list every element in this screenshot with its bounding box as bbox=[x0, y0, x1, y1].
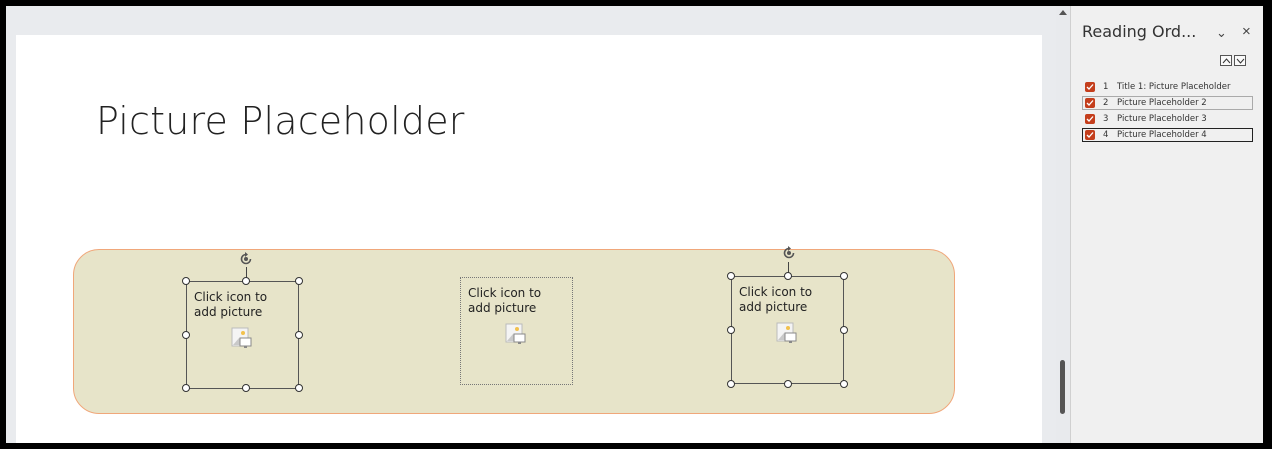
resize-handle-w[interactable] bbox=[182, 331, 190, 339]
list-item[interactable]: 1 Title 1: Picture Placeholder bbox=[1082, 80, 1253, 94]
resize-handle-e[interactable] bbox=[840, 326, 848, 334]
item-label: Title 1: Picture Placeholder bbox=[1117, 82, 1231, 92]
reading-order-list: 1 Title 1: Picture Placeholder 2 Picture… bbox=[1082, 80, 1253, 144]
placeholder-prompt-text: Click icon to add picture bbox=[468, 286, 542, 315]
resize-handle-se[interactable] bbox=[295, 384, 303, 392]
pane-title: Reading Ord... bbox=[1082, 22, 1197, 41]
move-down-button[interactable] bbox=[1234, 55, 1246, 66]
insert-picture-icon[interactable] bbox=[505, 323, 527, 345]
powerpoint-window: Picture Placeholder Click icon to add pi… bbox=[6, 6, 1263, 443]
picture-placeholder-4[interactable]: Click icon to add picture bbox=[731, 276, 844, 384]
item-number: 3 bbox=[1103, 114, 1109, 124]
move-down-icon bbox=[1236, 58, 1245, 64]
item-checkbox[interactable] bbox=[1085, 82, 1095, 92]
rotate-handle-icon[interactable] bbox=[781, 245, 797, 261]
reading-order-pane: Reading Ord... ⌄ × 1 Title 1: Picture Pl… bbox=[1070, 6, 1263, 443]
list-item[interactable]: 3 Picture Placeholder 3 bbox=[1082, 112, 1253, 126]
checkmark-icon bbox=[1086, 100, 1094, 106]
slide-title[interactable]: Picture Placeholder bbox=[96, 99, 465, 143]
resize-handle-n[interactable] bbox=[784, 272, 792, 280]
item-checkbox[interactable] bbox=[1085, 130, 1095, 140]
slide-editing-canvas: Picture Placeholder Click icon to add pi… bbox=[6, 6, 1056, 443]
checkmark-icon bbox=[1086, 84, 1094, 90]
rotate-handle-icon[interactable] bbox=[238, 251, 254, 267]
placeholder-prompt-text: Click icon to add picture bbox=[739, 285, 813, 314]
resize-handle-n[interactable] bbox=[242, 277, 250, 285]
resize-handle-ne[interactable] bbox=[295, 277, 303, 285]
close-icon[interactable]: × bbox=[1242, 23, 1251, 40]
resize-handle-e[interactable] bbox=[295, 331, 303, 339]
item-label: Picture Placeholder 4 bbox=[1117, 130, 1207, 140]
item-number: 4 bbox=[1103, 130, 1109, 140]
move-up-icon bbox=[1222, 58, 1231, 64]
resize-handle-sw[interactable] bbox=[727, 380, 735, 388]
checkmark-icon bbox=[1086, 132, 1094, 138]
scrollbar-thumb[interactable] bbox=[1060, 360, 1065, 414]
picture-placeholder-2[interactable]: Click icon to add picture bbox=[186, 281, 299, 389]
scroll-up-arrow-icon[interactable] bbox=[1059, 10, 1067, 15]
item-number: 1 bbox=[1103, 82, 1109, 92]
resize-handle-sw[interactable] bbox=[182, 384, 190, 392]
resize-handle-s[interactable] bbox=[784, 380, 792, 388]
checkmark-icon bbox=[1086, 116, 1094, 122]
resize-handle-nw[interactable] bbox=[182, 277, 190, 285]
resize-handle-ne[interactable] bbox=[840, 272, 848, 280]
move-up-button[interactable] bbox=[1220, 55, 1232, 66]
item-label: Picture Placeholder 2 bbox=[1117, 98, 1207, 108]
chevron-down-icon[interactable]: ⌄ bbox=[1216, 25, 1227, 41]
insert-picture-icon[interactable] bbox=[231, 327, 253, 349]
item-checkbox[interactable] bbox=[1085, 98, 1095, 108]
item-number: 2 bbox=[1103, 98, 1109, 108]
picture-placeholder-3[interactable]: Click icon to add picture bbox=[460, 277, 573, 385]
slide[interactable]: Picture Placeholder Click icon to add pi… bbox=[16, 35, 1042, 443]
list-item[interactable]: 4 Picture Placeholder 4 bbox=[1082, 128, 1253, 142]
resize-handle-nw[interactable] bbox=[727, 272, 735, 280]
resize-handle-w[interactable] bbox=[727, 326, 735, 334]
insert-picture-icon[interactable] bbox=[776, 322, 798, 344]
resize-handle-s[interactable] bbox=[242, 384, 250, 392]
item-checkbox[interactable] bbox=[1085, 114, 1095, 124]
item-label: Picture Placeholder 3 bbox=[1117, 114, 1207, 124]
placeholder-prompt-text: Click icon to add picture bbox=[194, 290, 268, 319]
list-item[interactable]: 2 Picture Placeholder 2 bbox=[1082, 96, 1253, 110]
vertical-scrollbar[interactable] bbox=[1056, 6, 1070, 443]
resize-handle-se[interactable] bbox=[840, 380, 848, 388]
